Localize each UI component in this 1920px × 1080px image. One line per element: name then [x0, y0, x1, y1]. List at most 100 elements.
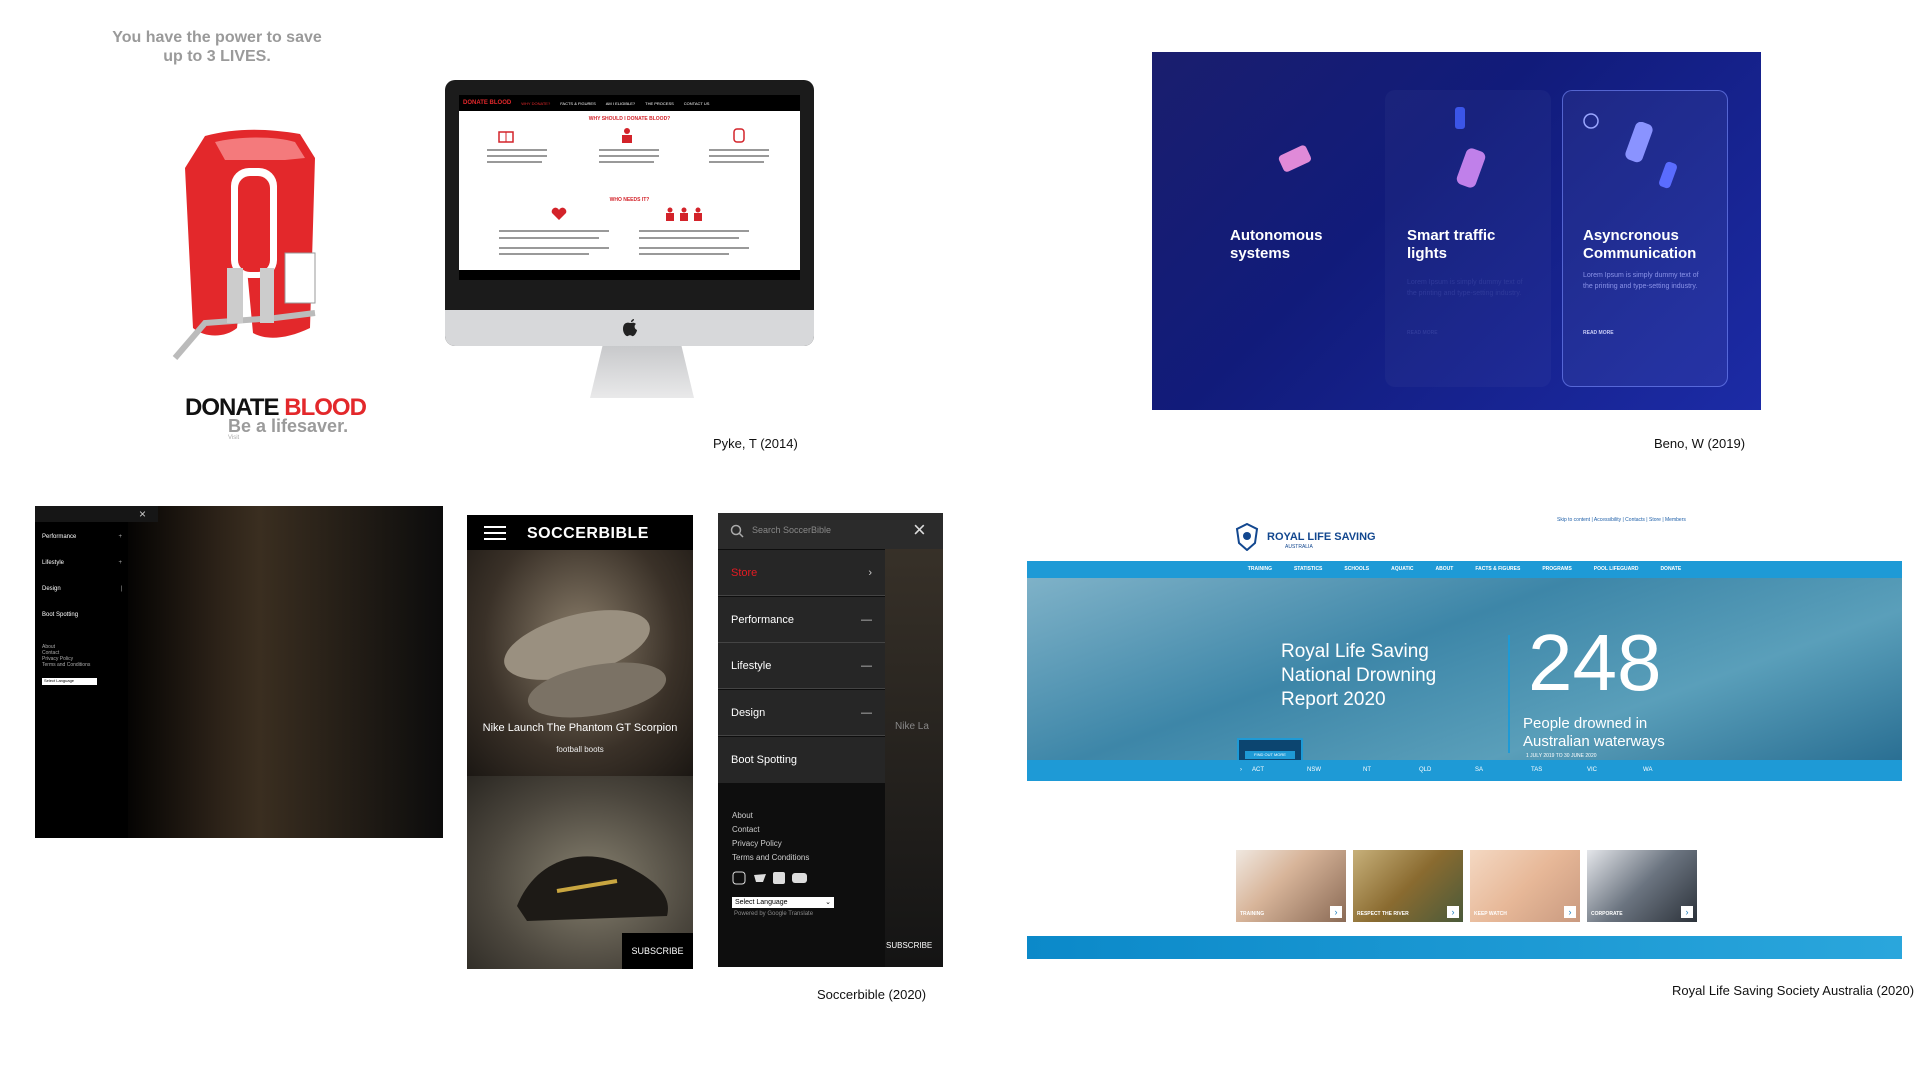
rls-nav-item[interactable]: POOL LIFEGUARD — [1594, 561, 1639, 578]
dark-menu-item[interactable]: + Lifestyle — [42, 560, 122, 566]
apple-logo-icon — [623, 319, 637, 337]
rls-state[interactable]: VIC — [1587, 760, 1643, 781]
sm-menu-design[interactable]: Design — — [718, 690, 885, 736]
chevron-right-icon: › — [1330, 906, 1342, 918]
traffic-light-3d-icon — [1455, 107, 1486, 188]
rls-nav-item[interactable]: ABOUT — [1436, 561, 1454, 578]
person-icon — [622, 128, 632, 143]
radio-circle-icon[interactable] — [1582, 112, 1600, 130]
rls-state-bar: › ACT NSW NT QLD SA TAS VIC WA — [1027, 760, 1902, 781]
sm-footer-link[interactable]: Terms and Conditions — [732, 853, 809, 862]
rls-nav-item[interactable]: STATISTICS — [1294, 561, 1322, 578]
card2-read-more[interactable]: READ MORE — [1407, 330, 1438, 336]
rls-nav-item[interactable]: AQUATIC — [1391, 561, 1413, 578]
soccerbible-logo[interactable]: SOCCERBIBLE — [527, 525, 649, 543]
donate-visit: Visit — [228, 435, 240, 441]
rls-thumb-training[interactable]: TRAINING › — [1236, 850, 1346, 922]
chevron-right-icon: › — [1681, 906, 1693, 918]
rls-nav-item[interactable]: PROGRAMS — [1542, 561, 1571, 578]
dark-menu-item[interactable]: | Design — [42, 586, 122, 592]
social-icons — [732, 871, 807, 885]
sm-footer-link[interactable]: Privacy Policy — [732, 839, 782, 848]
rls-state[interactable]: ACT — [1252, 760, 1307, 781]
dark-footer-link[interactable]: Terms and Conditions — [42, 662, 90, 668]
language-select[interactable]: Select Language ⌄ — [732, 897, 834, 908]
rls-nav-item[interactable]: TRAINING — [1248, 561, 1272, 578]
rls-nav-item[interactable]: FACTS & FIGURES — [1475, 561, 1520, 578]
rls-state[interactable]: QLD — [1419, 760, 1475, 781]
rls-state[interactable]: SA — [1475, 760, 1531, 781]
subscribe-button[interactable]: SUBSCRIBE — [622, 933, 693, 969]
sm-menu-performance[interactable]: Performance — — [718, 597, 885, 643]
rls-top-links[interactable]: Skip to content | Accessibility | Contac… — [1557, 517, 1686, 523]
mini-nav-item[interactable]: THE PROCESS — [645, 101, 674, 106]
mini-nav-item[interactable]: CONTACT US — [684, 101, 710, 106]
imac-chin — [445, 310, 814, 346]
search-icon — [730, 524, 744, 538]
royal-life-saving-shot: ROYAL LIFE SAVING AUSTRALIA Skip to cont… — [1027, 506, 1902, 959]
donate-tagline-line2: up to 3 LIVES. — [163, 48, 271, 65]
imac-stand — [590, 346, 694, 398]
sm-subscribe-peek[interactable]: SUBSCRIBE — [886, 941, 932, 950]
boots-hero-image[interactable] — [467, 550, 693, 776]
donate-tagline-line1: You have the power to save — [112, 29, 322, 46]
dark-menu-item[interactable]: + Performance — [42, 534, 122, 540]
blood-bag-icon — [733, 128, 745, 143]
mini-nav-item[interactable]: FACTS & FIGURES — [560, 101, 596, 106]
card3-read-more[interactable]: READ MORE — [1583, 330, 1614, 336]
sm-footer-link[interactable]: Contact — [732, 825, 760, 834]
instagram-icon — [732, 871, 746, 885]
search-input[interactable]: Search SoccerBible — [752, 525, 831, 535]
hamburger-icon[interactable] — [484, 525, 506, 541]
twitter-icon — [754, 874, 766, 882]
caption-rls: Royal Life Saving Society Australia (202… — [1672, 983, 1915, 998]
close-icon[interactable]: × — [913, 517, 926, 543]
sm-menu-store[interactable]: Store › — [718, 550, 885, 596]
rls-nav-item[interactable]: DONATE — [1660, 561, 1681, 578]
rls-footer-band — [1027, 936, 1902, 959]
rls-thumb-keep-watch[interactable]: KEEP WATCH › — [1470, 850, 1580, 922]
chevron-right-icon[interactable]: › — [1027, 760, 1252, 781]
soccerbible-phone: SOCCERBIBLE Nike Launch The Phantom GT S… — [467, 515, 693, 969]
rls-main-nav: TRAINING STATISTICS SCHOOLS AQUATIC ABOU… — [1027, 561, 1902, 578]
card-title-autonomous: Autonomous systems — [1230, 227, 1323, 262]
rls-carousel-dots[interactable]: • • • • • — [1451, 790, 1495, 796]
communication-3d-icon — [1625, 122, 1677, 189]
rls-state[interactable]: TAS — [1531, 760, 1587, 781]
mini-nav-item[interactable]: AM I ELIGIBLE? — [606, 101, 635, 106]
article-tag[interactable]: football boots — [467, 745, 693, 754]
caption-pyke: Pyke, T (2014) — [713, 436, 798, 451]
sm-menu-boot-spotting[interactable]: Boot Spotting — [718, 737, 885, 783]
mini-heading-who: WHO NEEDS IT? — [609, 197, 650, 203]
facebook-icon — [773, 872, 785, 884]
card-title-smart-traffic: Smart traffic lights — [1407, 227, 1496, 262]
mini-nav-item[interactable]: WHY DONATE? — [521, 101, 550, 106]
sm-search-bar[interactable]: Search SoccerBible × — [718, 513, 943, 549]
mini-website-nav: DONATE BLOOD WHY DONATE? FACTS & FIGURES… — [459, 95, 800, 111]
dark-menu-topbar: × — [35, 506, 158, 522]
rls-stat-number: 248 — [1528, 618, 1662, 707]
imac-mockup: DONATE BLOOD WHY DONATE? FACTS & FIGURES… — [445, 80, 814, 346]
article-title[interactable]: Nike Launch The Phantom GT Scorpion — [467, 722, 693, 734]
rls-thumb-river[interactable]: RESPECT THE RIVER › — [1353, 850, 1463, 922]
boot-shape — [517, 856, 668, 921]
dark-language-select[interactable]: Select Language — [42, 678, 97, 685]
rls-state[interactable]: NT — [1363, 760, 1419, 781]
rls-state[interactable]: WA — [1643, 760, 1699, 781]
rls-crest-icon — [1235, 523, 1259, 551]
rls-divider — [1508, 635, 1510, 753]
donate-subtitle: Be a lifesaver. — [228, 416, 349, 436]
close-icon[interactable]: × — [139, 507, 146, 521]
card-title-asyncronous: Asyncronous Communication — [1583, 227, 1697, 262]
dark-menu-item[interactable]: Boot Spotting — [42, 612, 122, 618]
rls-logo[interactable]: ROYAL LIFE SAVING — [1267, 531, 1376, 543]
rls-nav-item[interactable]: SCHOOLS — [1344, 561, 1369, 578]
rls-thumb-corporate[interactable]: CORPORATE › — [1587, 850, 1697, 922]
gift-icon — [498, 131, 514, 143]
caption-beno: Beno, W (2019) — [1654, 436, 1746, 451]
imac-screen: DONATE BLOOD WHY DONATE? FACTS & FIGURES… — [459, 95, 800, 280]
rls-state[interactable]: NSW — [1307, 760, 1363, 781]
sm-footer-link[interactable]: About — [732, 811, 753, 820]
sm-menu-lifestyle[interactable]: Lifestyle — — [718, 643, 885, 689]
mini-heading-why: WHY SHOULD I DONATE BLOOD? — [588, 116, 671, 122]
